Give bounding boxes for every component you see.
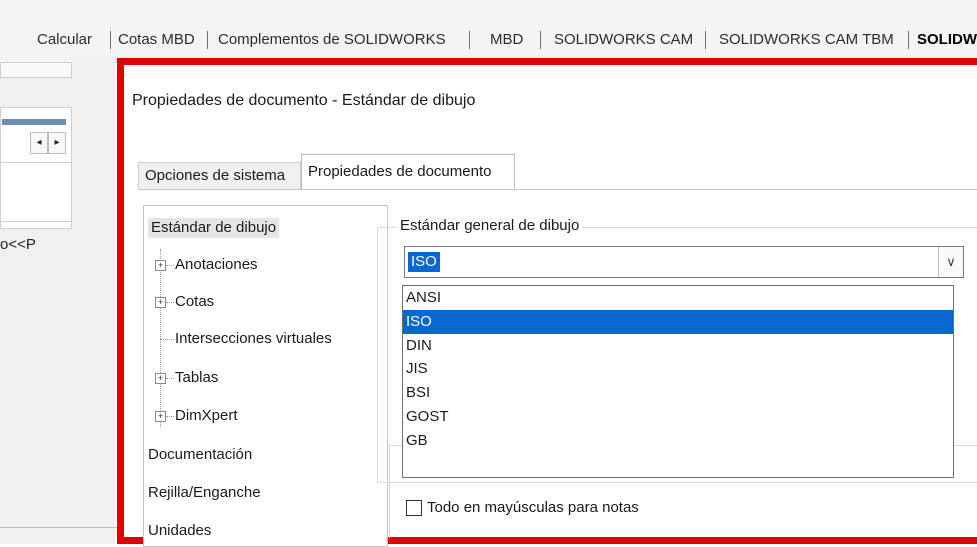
tree-connector xyxy=(166,265,174,266)
tab-separator xyxy=(908,31,909,49)
left-panel-box xyxy=(0,162,72,222)
tree-item-anotaciones[interactable]: Anotaciones xyxy=(175,255,258,275)
tree-item-cotas[interactable]: Cotas xyxy=(175,292,214,312)
tab-separator xyxy=(705,31,706,49)
drawing-standard-dropdown-list[interactable]: ANSI ISO DIN JIS BSI GOST GB xyxy=(402,285,954,478)
tabs-baseline xyxy=(138,189,977,190)
tree-item-dimxpert[interactable]: DimXpert xyxy=(175,406,238,426)
drawing-standard-combobox[interactable]: ISO ∨ xyxy=(404,246,964,278)
plus-box-icon[interactable]: + xyxy=(155,297,166,308)
combobox-value: ISO xyxy=(408,252,440,272)
plus-box-icon[interactable]: + xyxy=(155,373,166,384)
tab-solidworks-cam-tbm[interactable]: SOLIDWORKS CAM TBM xyxy=(719,30,894,50)
dropdown-option-iso[interactable]: ISO xyxy=(403,309,953,334)
plus-box-icon[interactable]: + xyxy=(155,260,166,271)
arrow-right-icon[interactable]: ▸ xyxy=(48,132,66,154)
tree-item-unidades[interactable]: Unidades xyxy=(148,521,211,541)
uppercase-notes-checkbox[interactable] xyxy=(406,500,422,516)
dropdown-option-din[interactable]: DIN xyxy=(403,334,953,358)
tree-guide-line xyxy=(160,249,161,427)
dropdown-option-jis[interactable]: JIS xyxy=(403,357,953,381)
chevron-down-icon[interactable]: ∨ xyxy=(938,247,963,277)
uppercase-notes-label[interactable]: Todo en mayúsculas para notas xyxy=(427,498,639,518)
dropdown-option-gb[interactable]: GB xyxy=(403,429,953,453)
dropdown-option-bsi[interactable]: BSI xyxy=(403,381,953,405)
tree-item-estandar-de-dibujo[interactable]: Estándar de dibujo xyxy=(148,218,280,238)
command-manager-tabs: Calcular Cotas MBD Complementos de SOLID… xyxy=(0,0,977,63)
tab-propiedades-de-documento[interactable]: Propiedades de documento xyxy=(301,154,515,190)
left-panel-field xyxy=(0,62,72,78)
tab-opciones-de-sistema[interactable]: Opciones de sistema xyxy=(138,162,301,189)
left-panel-divider xyxy=(0,527,117,528)
arrow-left-icon[interactable]: ◂ xyxy=(30,132,48,154)
left-panel-partial-text: o<<P xyxy=(0,236,36,253)
dialog-title: Propiedades de documento - Estándar de d… xyxy=(132,92,476,109)
document-properties-dialog: Propiedades de documento - Estándar de d… xyxy=(124,65,977,547)
left-panel-scroll-indicator xyxy=(2,119,66,125)
tab-separator xyxy=(110,31,111,49)
tab-mbd[interactable]: MBD xyxy=(490,30,523,50)
tree-connector xyxy=(166,302,174,303)
tab-cotas-mbd[interactable]: Cotas MBD xyxy=(118,30,195,50)
tab-separator xyxy=(207,31,208,49)
tree-item-rejilla-enganche[interactable]: Rejilla/Enganche xyxy=(148,483,261,503)
tree-item-tablas[interactable]: Tablas xyxy=(175,368,218,388)
tree-item-documentacion[interactable]: Documentación xyxy=(148,445,252,465)
tab-separator xyxy=(540,31,541,49)
tab-separator xyxy=(469,31,470,49)
left-background-panel: ◂ ▸ o<<P xyxy=(0,62,115,544)
plus-box-icon[interactable]: + xyxy=(155,411,166,422)
dropdown-option-ansi[interactable]: ANSI xyxy=(403,286,953,310)
tree-connector xyxy=(166,378,174,379)
tab-complementos-solidworks[interactable]: Complementos de SOLIDWORKS xyxy=(218,30,446,50)
group-label: Estándar general de dibujo xyxy=(397,217,583,234)
tree-item-intersecciones-virtuales[interactable]: Intersecciones virtuales xyxy=(175,329,332,349)
tab-solidworks-truncated[interactable]: SOLIDW xyxy=(917,30,977,50)
properties-tree: Estándar de dibujo + Anotaciones + Cotas… xyxy=(143,205,388,547)
tab-solidworks-cam[interactable]: SOLIDWORKS CAM xyxy=(554,30,693,50)
dropdown-option-gost[interactable]: GOST xyxy=(403,405,953,429)
tree-connector xyxy=(160,339,174,340)
tree-connector xyxy=(166,416,174,417)
tab-calcular[interactable]: Calcular xyxy=(37,30,92,50)
